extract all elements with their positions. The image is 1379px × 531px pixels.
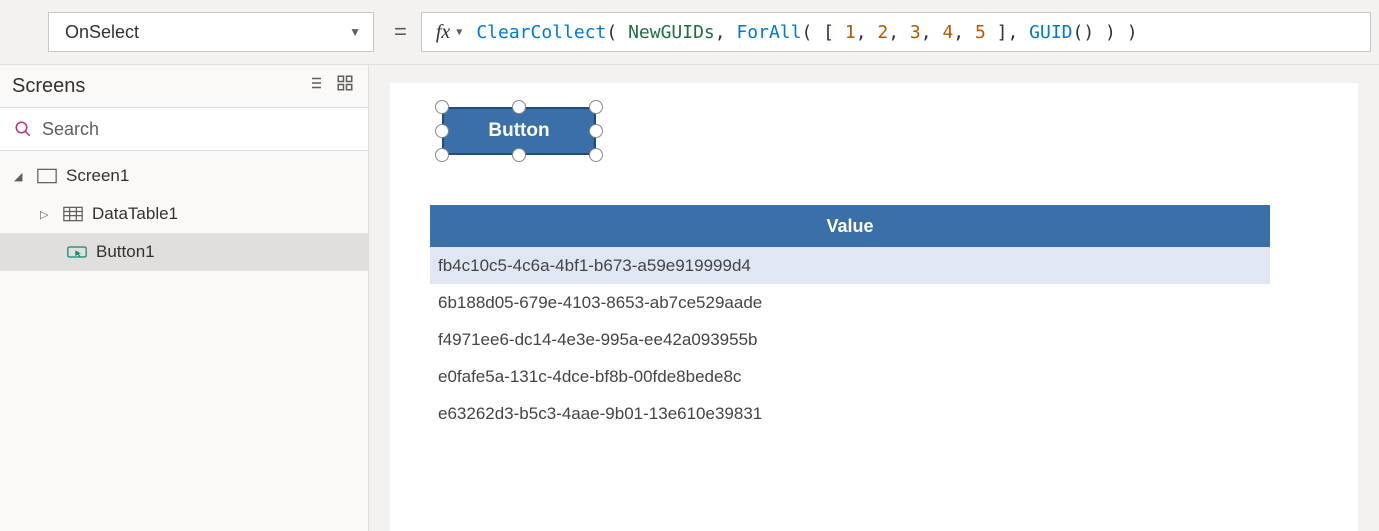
tree-item-button1[interactable]: Button1 [0,233,368,271]
collapse-icon[interactable]: ◢ [14,170,28,183]
property-dropdown[interactable]: OnSelect ▼ [48,12,374,52]
table-row[interactable]: e0fafe5a-131c-4dce-bf8b-00fde8bede8c [430,358,1270,395]
resize-handle[interactable] [512,148,526,162]
canvas[interactable]: Button Value fb4c10c5-4c6a-4bf1-b673-a59… [369,65,1379,531]
resize-handle[interactable] [435,148,449,162]
tree-item-label: Screen1 [66,166,129,186]
search-icon [14,120,32,138]
resize-handle[interactable] [589,100,603,114]
data-table-icon [62,206,84,222]
formula-toolbar: OnSelect ▼ = fx ▼ ClearCollect( NewGUIDs… [0,0,1379,65]
fx-icon: fx [436,21,450,44]
table-row[interactable]: f4971ee6-dc14-4e3e-995a-ee42a093955b [430,321,1270,358]
formula-text: ClearCollect( NewGUIDs, ForAll( [ 1, 2, … [476,22,1137,43]
button-label: Button [488,120,549,142]
tree-view-panel: Screens Search ◢ Screen1 [0,65,369,531]
table-row[interactable]: e63262d3-b5c3-4aae-9b01-13e610e39831 [430,395,1270,432]
expand-icon[interactable]: ▷ [40,208,54,221]
screen-icon [36,168,58,184]
list-view-icon[interactable] [306,74,324,98]
tree-title: Screens [12,75,85,98]
search-input[interactable]: Search [0,107,368,151]
chevron-down-icon: ▼ [349,25,361,39]
table-row[interactable]: fb4c10c5-4c6a-4bf1-b673-a59e919999d4 [430,247,1270,284]
data-table-control[interactable]: Value fb4c10c5-4c6a-4bf1-b673-a59e919999… [430,205,1270,432]
button-control[interactable]: Button [442,107,596,155]
formula-input[interactable]: fx ▼ ClearCollect( NewGUIDs, ForAll( [ 1… [421,12,1371,52]
grid-view-icon[interactable] [336,74,354,98]
property-value: OnSelect [65,22,139,43]
search-placeholder: Search [42,119,99,140]
resize-handle[interactable] [512,100,526,114]
resize-handle[interactable] [589,148,603,162]
table-header[interactable]: Value [430,205,1270,247]
tree-item-datatable1[interactable]: ▷ DataTable1 [0,195,368,233]
equals-sign: = [394,19,407,45]
resize-handle[interactable] [435,124,449,138]
chevron-down-icon[interactable]: ▼ [456,27,462,38]
table-row[interactable]: 6b188d05-679e-4103-8653-ab7ce529aade [430,284,1270,321]
button-icon [66,244,88,260]
tree-item-label: DataTable1 [92,204,178,224]
screen-canvas[interactable]: Button Value fb4c10c5-4c6a-4bf1-b673-a59… [390,83,1358,531]
tree-item-label: Button1 [96,242,155,262]
resize-handle[interactable] [435,100,449,114]
resize-handle[interactable] [589,124,603,138]
tree-item-screen1[interactable]: ◢ Screen1 [0,157,368,195]
